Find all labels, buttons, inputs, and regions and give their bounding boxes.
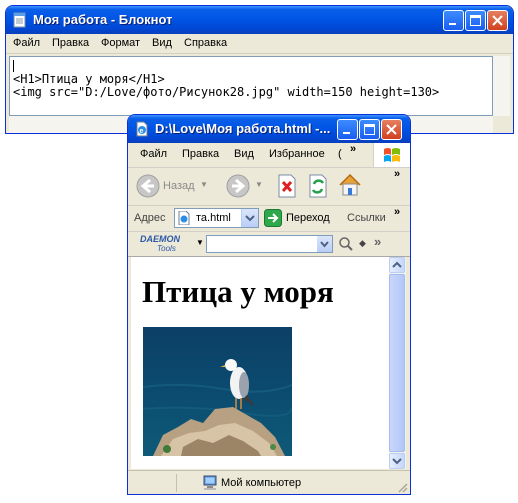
scroll-thumb[interactable] (389, 274, 405, 452)
refresh-icon (309, 174, 327, 198)
daemon-search-dropdown-button[interactable] (317, 236, 332, 252)
maximize-icon (364, 124, 375, 135)
close-button[interactable] (487, 10, 508, 31)
ie-menu-file[interactable]: Файл (140, 148, 167, 160)
refresh-button[interactable] (307, 174, 329, 198)
ie-vertical-scrollbar[interactable] (389, 257, 406, 469)
notepad-title-bar[interactable]: Моя работа - Блокнот (6, 6, 513, 34)
daemon-chevron[interactable]: » (374, 234, 381, 249)
back-button[interactable]: Назад ▼ (136, 174, 208, 200)
chevron-down-icon (245, 215, 255, 222)
go-button[interactable]: Переход (264, 209, 334, 228)
chevron-down-icon (392, 458, 402, 465)
address-value: та.html (196, 212, 231, 224)
home-icon (339, 173, 361, 196)
computer-zone-icon (202, 475, 218, 491)
close-icon (386, 124, 397, 135)
text-line: <H1>Птица у моря</H1> (13, 72, 165, 86)
daemon-search-button[interactable] (338, 236, 354, 252)
text-line: <img src="D:/Love/фото/Рисунок28.jpg" wi… (13, 85, 440, 99)
page-viewport[interactable]: Птица у моря (131, 257, 389, 469)
stop-icon (278, 174, 296, 198)
ie-title: D:\Love\Моя работа.html -... (155, 121, 331, 136)
close-icon (492, 15, 503, 26)
scroll-down-button[interactable] (389, 453, 405, 469)
home-button[interactable] (337, 172, 363, 200)
links-chevron[interactable]: » (394, 206, 400, 218)
ie-menu-chevron[interactable]: » (350, 143, 356, 155)
back-label: Назад (163, 180, 195, 192)
ie-close-button[interactable] (381, 119, 402, 140)
page-heading: Птица у моря (142, 274, 334, 309)
minimize-icon (343, 132, 350, 134)
notepad-menu-bar: Файл Правка Формат Вид Справка (6, 34, 513, 54)
scroll-up-button[interactable] (389, 257, 405, 273)
windows-logo-icon (373, 143, 410, 167)
daemon-tools-logo[interactable]: DAEMON Tools (140, 234, 195, 254)
notepad-vertical-scrollbar[interactable] (493, 56, 510, 116)
daemon-logo-top: DAEMON (140, 234, 180, 244)
magnifier-icon (339, 237, 353, 251)
svg-text:e: e (140, 128, 144, 135)
ie-menu-bar: Файл Правка Вид Избранное ( » (128, 143, 410, 168)
ie-page-icon[interactable]: e (134, 121, 150, 137)
menu-help[interactable]: Справка (184, 37, 227, 49)
menu-edit[interactable]: Правка (52, 37, 89, 49)
maximize-icon (470, 15, 481, 26)
ie-menu-overflow[interactable]: ( (338, 148, 342, 160)
notepad-title: Моя работа - Блокнот (33, 12, 173, 27)
back-dropdown-arrow-icon[interactable]: ▼ (200, 180, 208, 189)
back-arrow-icon (136, 174, 160, 198)
address-label: Адрес (134, 212, 166, 224)
status-zone-label: Мой компьютер (221, 477, 302, 489)
toolbar-chevron[interactable]: » (394, 168, 400, 180)
forward-arrow-icon (226, 174, 250, 198)
ie-title-bar[interactable]: e D:\Love\Моя работа.html -... (128, 115, 410, 143)
text-caret (13, 60, 14, 72)
ie-toolbar: Назад ▼ ▼ » (128, 168, 410, 206)
daemon-dropdown-arrow-icon[interactable]: ▼ (196, 238, 204, 247)
minimize-button[interactable] (443, 10, 464, 31)
links-label[interactable]: Ссылки (347, 212, 386, 224)
ie-minimize-button[interactable] (337, 119, 358, 140)
notepad-text-area[interactable]: <H1>Птица у моря</H1> <img src="D:/Love/… (9, 56, 493, 116)
ie-menu-edit[interactable]: Правка (182, 148, 219, 160)
ie-menu-view[interactable]: Вид (234, 148, 254, 160)
address-bar: Адрес та.html Переход Ссылки » (128, 206, 410, 232)
status-bar: Мой компьютер (128, 470, 410, 495)
seagull-photo (143, 327, 292, 456)
menu-file[interactable]: Файл (13, 37, 40, 49)
address-dropdown-button[interactable] (241, 209, 258, 227)
stop-button[interactable] (276, 174, 298, 198)
menu-view[interactable]: Вид (152, 37, 172, 49)
chevron-down-icon (320, 241, 329, 248)
notepad-app-icon[interactable] (12, 12, 28, 28)
daemon-search-field[interactable] (206, 235, 333, 253)
ie-maximize-button[interactable] (359, 119, 380, 140)
address-field[interactable]: та.html (174, 208, 259, 228)
resize-grip-icon[interactable] (396, 481, 408, 493)
minimize-icon (449, 23, 456, 25)
page-icon (178, 211, 190, 225)
daemon-logo-bottom: Tools (157, 244, 176, 253)
status-divider (176, 474, 177, 492)
ie-menu-favorites[interactable]: Избранное (269, 148, 325, 160)
maximize-button[interactable] (465, 10, 486, 31)
forward-dropdown-arrow-icon[interactable]: ▼ (255, 180, 263, 189)
daemon-options-icon[interactable]: ◆ (359, 238, 366, 249)
forward-button[interactable]: ▼ (226, 174, 266, 200)
chevron-up-icon (392, 261, 402, 268)
menu-format[interactable]: Формат (101, 37, 140, 49)
go-label: Переход (286, 212, 330, 224)
go-arrow-icon (264, 209, 282, 227)
ie-window: e D:\Love\Моя работа.html -... Файл Прав… (127, 114, 411, 495)
daemon-tools-bar: DAEMON Tools ▼ ◆ » (128, 232, 410, 257)
